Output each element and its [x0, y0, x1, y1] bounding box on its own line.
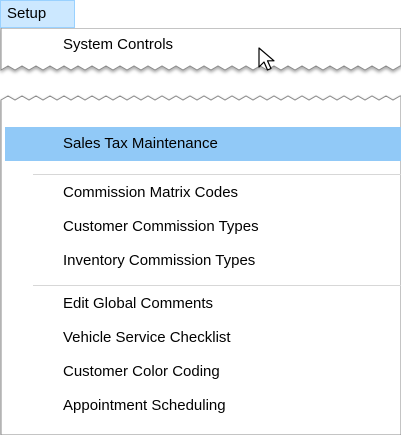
- menu-item-commission-matrix-codes[interactable]: Commission Matrix Codes: [63, 183, 238, 203]
- menu-setup[interactable]: Setup: [0, 0, 75, 28]
- menu-separator: [33, 174, 401, 175]
- menu-item-appointment-scheduling[interactable]: Appointment Scheduling: [63, 396, 226, 416]
- menu-item-customer-commission-types[interactable]: Customer Commission Types: [63, 217, 259, 237]
- screenshot-stage: Setup System Controls Sales Tax Maintena…: [0, 0, 401, 435]
- menu-item-inventory-commission-types[interactable]: Inventory Commission Types: [63, 251, 255, 271]
- menu-item-system-controls[interactable]: System Controls: [63, 35, 173, 55]
- menu-bar: Setup: [0, 0, 401, 28]
- menu-item-sales-tax-maintenance[interactable]: Sales Tax Maintenance: [63, 134, 218, 154]
- menu-panel-bottom: Sales Tax Maintenance Commission Matrix …: [0, 92, 401, 435]
- menu-item-customer-color-coding[interactable]: Customer Color Coding: [63, 362, 220, 382]
- menu-panel-top-shape: [0, 28, 401, 71]
- menu-panel-top: System Controls: [0, 28, 401, 78]
- menu-item-vehicle-service-checklist[interactable]: Vehicle Service Checklist: [63, 328, 231, 348]
- menu-separator: [33, 285, 401, 286]
- mouse-pointer-icon: [258, 47, 275, 71]
- menu-item-edit-global-comments[interactable]: Edit Global Comments: [63, 294, 213, 314]
